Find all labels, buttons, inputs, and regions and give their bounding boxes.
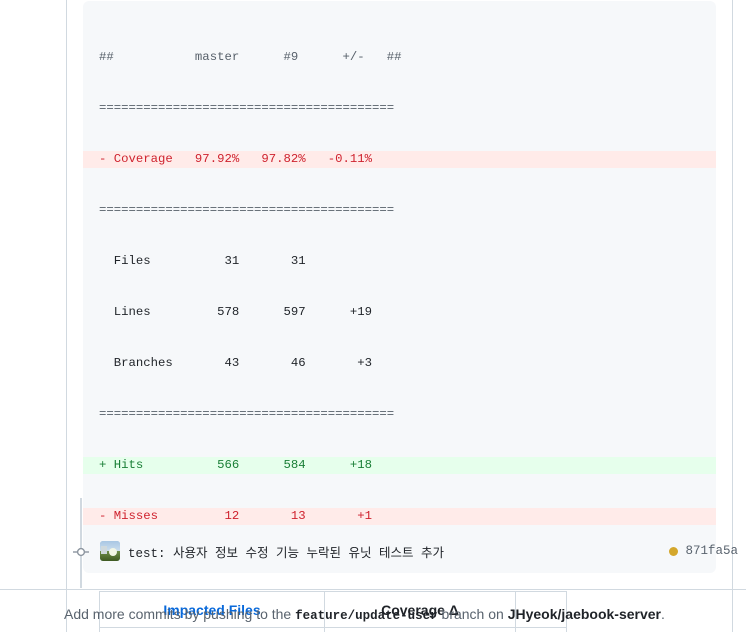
table-row: src/services/UserService.ts 96.87% <87.5… xyxy=(99,627,567,632)
table-body: src/services/UserService.ts 96.87% <87.5… xyxy=(99,627,567,632)
diff-line: ======================================== xyxy=(99,101,395,115)
commit-node-icon xyxy=(73,544,89,560)
diff-line-files: Files 31 31 xyxy=(99,254,306,268)
add-more-commits-note: Add more commits by pushing to the featu… xyxy=(64,606,665,623)
file-path-cell[interactable]: src/services/UserService.ts xyxy=(99,627,325,632)
coverage-diff-block: ## master #9 +/- ## ====================… xyxy=(83,1,716,573)
commit-status-pending-icon[interactable] xyxy=(669,546,679,556)
branch-name: feature/update-user xyxy=(295,609,438,623)
diff-line-misses: - Misses 12 13 +1 xyxy=(83,508,716,525)
coverage-cell: 96.87% <87.50%> (-3.13%) xyxy=(324,627,516,632)
diff-line: ======================================== xyxy=(99,407,395,421)
diff-line-hits: + Hits 566 584 +18 xyxy=(83,457,716,474)
diff-line-branches: Branches 43 46 +3 xyxy=(99,356,373,370)
diff-line-coverage: - Coverage 97.92% 97.82% -0.11% xyxy=(83,151,716,168)
avatar-building xyxy=(101,546,107,554)
action-cell xyxy=(515,627,567,632)
footer-prefix: Add more commits by pushing to the xyxy=(64,606,296,622)
diff-line: ======================================== xyxy=(99,203,395,217)
avatar-highlight xyxy=(109,548,117,556)
commit-sha[interactable]: 871fa5a xyxy=(685,544,738,558)
commit-message[interactable]: test: 사용자 정보 수정 기능 누락된 유닛 테스트 추가 xyxy=(128,542,444,561)
footer-middle: branch on xyxy=(437,606,508,622)
diff-line-lines: Lines 578 597 +19 xyxy=(99,305,373,319)
timeline-rail xyxy=(80,498,82,588)
footer-divider xyxy=(0,589,746,590)
pull-request-conversation-page: ## master #9 +/- ## ====================… xyxy=(0,0,746,632)
user-avatar[interactable] xyxy=(100,541,120,561)
footer-suffix: . xyxy=(661,606,665,622)
repo-name: JHyeok/jaebook-server xyxy=(507,606,662,622)
diff-line: ## master #9 +/- ## xyxy=(99,50,402,64)
commit-meta: 871fa5a xyxy=(669,544,740,558)
commit-row[interactable]: test: 사용자 정보 수정 기능 누락된 유닛 테스트 추가 871fa5a xyxy=(100,538,740,564)
